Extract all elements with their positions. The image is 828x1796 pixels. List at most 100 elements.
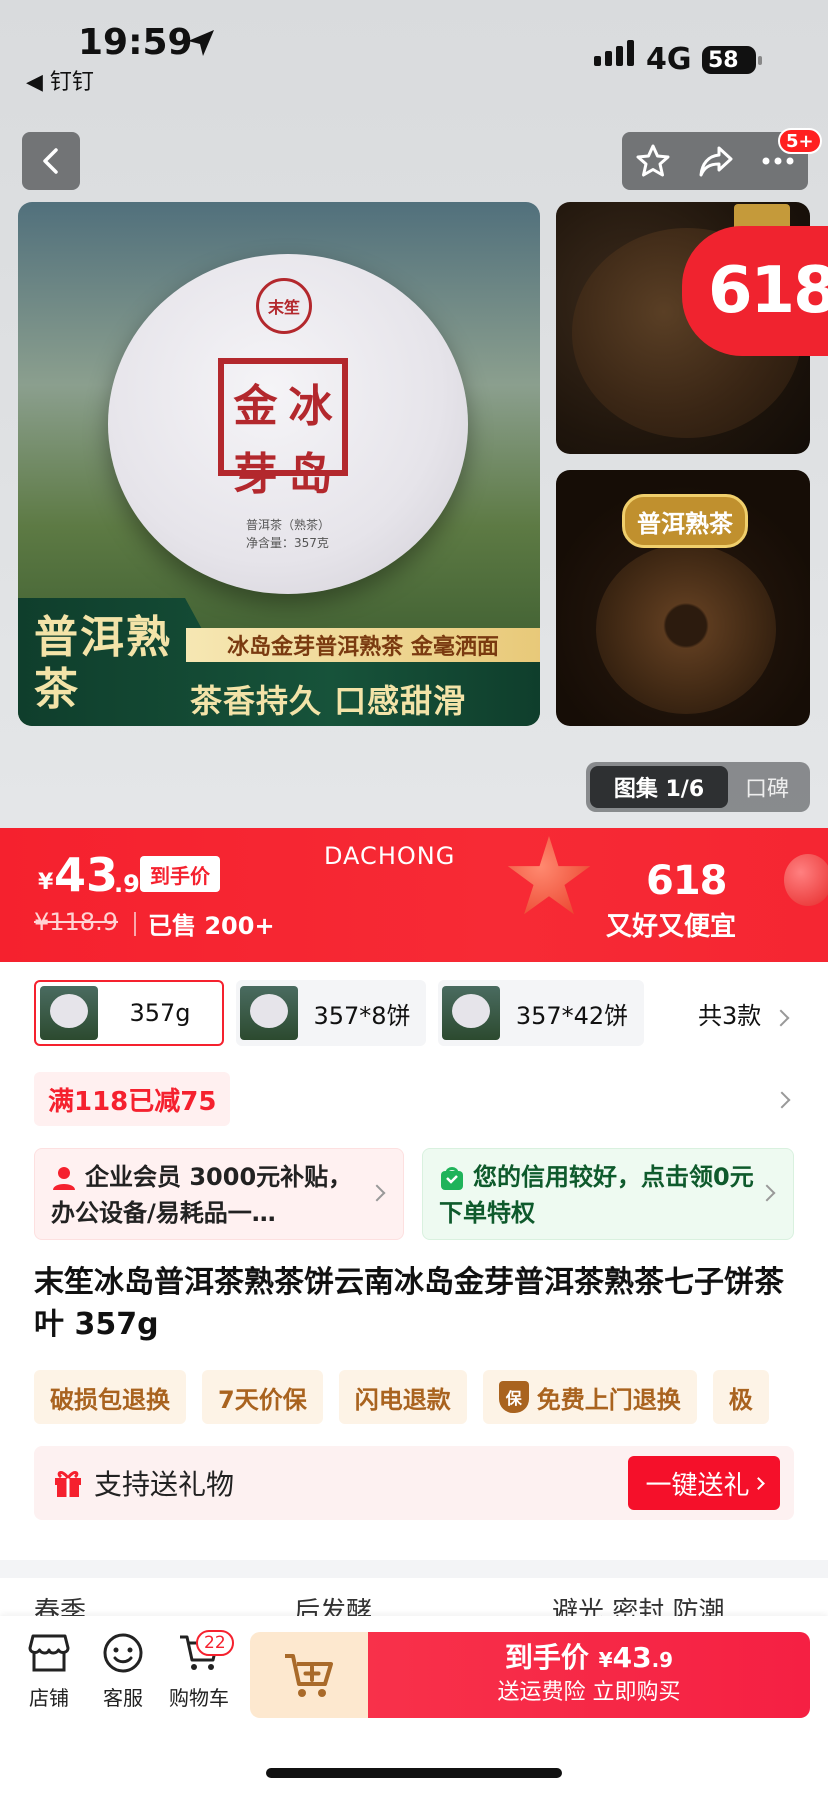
original-price: ¥118.9	[34, 908, 118, 936]
service-tag[interactable]: 极	[712, 1370, 769, 1424]
gift-support-row: 支持送礼物 一键送礼	[34, 1446, 794, 1520]
service-tag-free-return[interactable]: 保 免费上门退换	[482, 1370, 697, 1424]
price-banner: ¥ 43 .9 到手价 ¥118.9 已售 200+ DACHONG 618 又…	[0, 828, 828, 962]
attribute-value: 后发酵	[294, 1597, 373, 1616]
buy-now-button[interactable]: 到手价 ¥43.9 送运费险 立即购买	[368, 1632, 810, 1718]
balloon-icon	[784, 854, 828, 906]
service-tag-label: 免费上门退换	[536, 1385, 681, 1414]
sku-option[interactable]: 357g	[34, 980, 224, 1046]
wrapper-text: 净含量：357克	[246, 536, 329, 550]
seal-stamp: 金 冰 芽 岛	[218, 358, 348, 500]
sold-count: 已售 200+	[148, 912, 275, 940]
gallery-main-image[interactable]: 末笙 金 冰 芽 岛 普洱茶（熟茶） 净含量：357克 冰岛金芽普洱熟茶 金毫洒…	[18, 202, 540, 726]
image-banner-subtitle: 冰岛金芽普洱熟茶 金毫洒面	[186, 628, 540, 662]
buy-price-label: 到手价	[504, 1641, 589, 1674]
tab-reviews[interactable]: 口碑	[728, 771, 806, 803]
gift-support-text: 支持送礼物	[94, 1468, 235, 1501]
service-tag[interactable]: 闪电退款	[338, 1370, 467, 1424]
attribute-value: 春季	[34, 1597, 87, 1616]
final-price-tag: 到手价	[140, 856, 220, 892]
sku-thumbnail	[40, 986, 98, 1040]
location-arrow-icon	[188, 30, 214, 56]
tea-cake-photo	[596, 544, 776, 714]
chat-face-icon	[103, 1633, 143, 1673]
sku-option[interactable]: 357*42饼	[438, 980, 644, 1046]
image-banner-title: 普洱熟茶	[34, 612, 172, 715]
divider	[134, 912, 136, 936]
seal-char: 岛	[288, 449, 333, 500]
buy-price-line: 到手价 ¥43.9	[368, 1640, 810, 1678]
service-tag[interactable]: 破损包退换	[34, 1370, 186, 1424]
chevron-right-icon	[772, 1009, 790, 1027]
customer-service-button[interactable]: 客服	[88, 1630, 158, 1711]
chevron-right-icon	[368, 1184, 386, 1202]
tab-gallery[interactable]: 图集 1/6	[590, 766, 728, 808]
gallery-mode-switch: 图集 1/6 口碑	[586, 762, 810, 812]
shop-button[interactable]: 店铺	[14, 1630, 84, 1711]
buy-subtitle: 送运费险 立即购买	[497, 1680, 681, 1705]
back-to-app-link[interactable]: ◀ 钉钉	[26, 64, 94, 96]
more-icon[interactable]	[761, 156, 795, 166]
price-decimal: .9	[114, 870, 140, 898]
enterprise-benefit-card[interactable]: 企业会员 3000元补贴，办公设备/易耗品一…	[34, 1148, 404, 1240]
chevron-right-icon	[751, 1476, 765, 1490]
gift-icon	[55, 1471, 81, 1497]
status-time: 19:59	[78, 22, 193, 63]
back-button[interactable]	[22, 132, 80, 190]
credit-benefit-card[interactable]: 您的信用较好，点击领0元下单特权	[422, 1148, 794, 1240]
image-banner-slogan: 茶香持久 口感甜滑	[190, 682, 467, 720]
sku-thumbnail	[240, 986, 298, 1040]
promo-618-badge[interactable]: 618	[682, 226, 828, 356]
enterprise-benefit-text: 企业会员 3000元补贴，办公设备/易耗品一…	[51, 1163, 353, 1227]
shield-icon: 保	[498, 1381, 529, 1413]
user-icon	[53, 1167, 75, 1190]
price-integer: 43	[54, 848, 119, 902]
network-type: 4G	[646, 42, 692, 77]
service-tag[interactable]: 7天价保	[202, 1370, 323, 1424]
buy-price-decimal: .9	[651, 1648, 674, 1672]
discount-promo[interactable]: 满118已减75	[34, 1072, 231, 1126]
sku-label: 357*42饼	[515, 1001, 629, 1030]
sku-thumbnail	[442, 986, 500, 1040]
battery-level: 58	[708, 47, 739, 73]
buy-currency: ¥	[598, 1648, 613, 1672]
section-divider	[0, 1560, 828, 1578]
sku-option[interactable]: 357*8饼	[236, 980, 426, 1046]
buy-price: 43	[612, 1641, 652, 1674]
brand-logo: 末笙	[256, 278, 312, 334]
add-to-cart-button[interactable]	[250, 1632, 368, 1718]
product-title: 末笙冰岛普洱茶熟茶饼云南冰岛金芽普洱茶熟茶七子饼茶叶 357g	[34, 1265, 784, 1342]
event-slogan: 又好又便宜	[606, 912, 737, 942]
cart-label: 购物车	[169, 1686, 229, 1710]
service-tags: 破损包退换 7天价保 闪电退款 保 免费上门退换 极	[34, 1370, 769, 1424]
chevron-right-icon[interactable]	[773, 1091, 791, 1109]
credit-benefit-text: 您的信用较好，点击领0元下单特权	[439, 1163, 754, 1227]
seal-char: 冰	[288, 381, 333, 432]
send-gift-label: 一键送礼	[645, 1470, 750, 1501]
favorite-star-icon[interactable]	[635, 143, 671, 179]
chevron-left-icon	[43, 148, 58, 174]
star-balloon-icon	[507, 836, 591, 915]
shop-label: 店铺	[29, 1686, 69, 1710]
signal-strength-icon	[594, 40, 634, 66]
wrapper-text: 普洱茶（熟茶）	[246, 518, 331, 532]
price-currency: ¥	[38, 870, 54, 895]
battery-icon: 58	[702, 46, 762, 74]
sku-label: 357*8饼	[313, 1001, 411, 1030]
attribute-value: 避光 密封 防潮	[552, 1597, 725, 1616]
seal-char: 金	[233, 381, 278, 432]
customer-service-label: 客服	[103, 1686, 143, 1710]
add-cart-icon	[285, 1654, 333, 1697]
product-gallery[interactable]: 19:59 ◀ 钉钉 4G 58 5+ 末笙 金 冰 芽 岛 普洱茶（熟茶） 净…	[0, 0, 828, 828]
send-gift-button[interactable]: 一键送礼	[628, 1456, 780, 1510]
share-icon[interactable]	[697, 144, 735, 178]
sku-label: 357g	[129, 999, 191, 1027]
gallery-thumb-image[interactable]: 普洱熟茶	[556, 470, 810, 726]
event-618-label: 618	[646, 858, 727, 904]
store-icon	[28, 1634, 70, 1672]
cart-count-badge: 22	[196, 1630, 234, 1656]
message-count-badge: 5+	[778, 128, 822, 154]
sku-count-link[interactable]: 共3款	[698, 996, 790, 1031]
sku-count-label: 共3款	[698, 1002, 762, 1030]
chevron-right-icon	[758, 1184, 776, 1202]
